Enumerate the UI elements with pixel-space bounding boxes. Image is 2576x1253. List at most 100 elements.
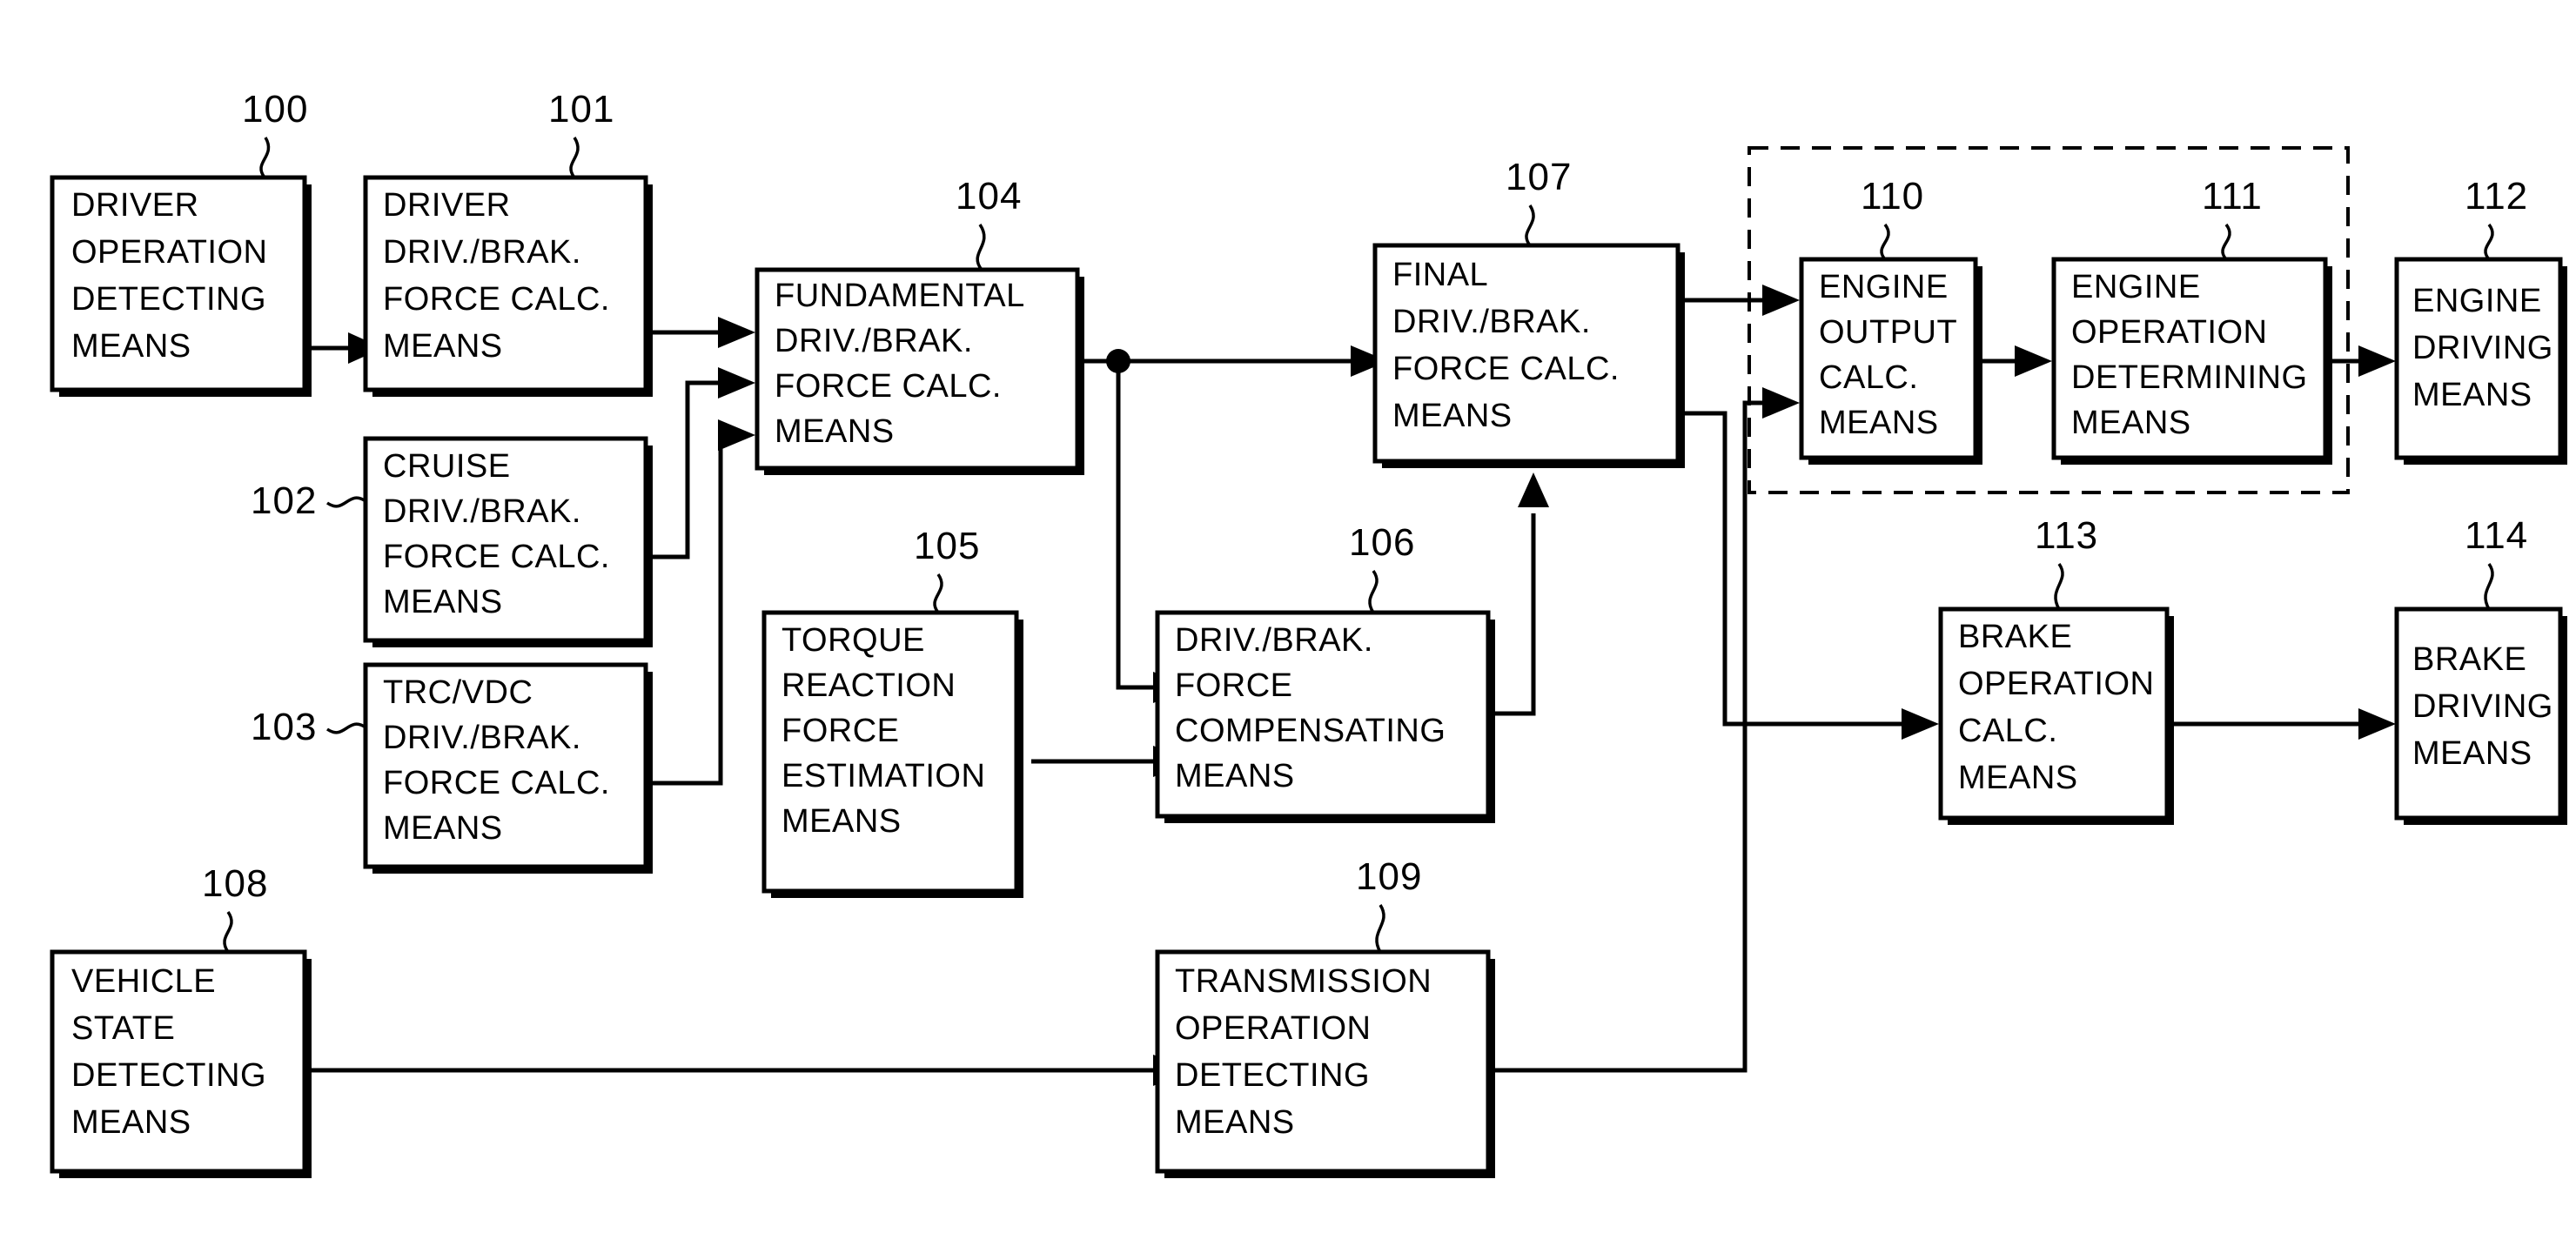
junction-dot-104-output (1106, 349, 1130, 373)
block-102-line-1: DRIV./BRAK. (383, 493, 581, 530)
block-113[interactable]: BRAKE OPERATION CALC. MEANS (1938, 606, 2174, 825)
block-100-line-1: OPERATION (71, 234, 268, 271)
ref-label-103: 103 (251, 706, 367, 748)
arrowhead-114-in (2358, 708, 2396, 740)
arrowhead-104-in-low (718, 419, 755, 451)
block-111-line-0: ENGINE (2071, 269, 2201, 305)
wire-junction-to-106 (1116, 361, 1157, 690)
ref-label-100: 100 (242, 88, 308, 179)
block-104-line-0: FUNDAMENTAL (775, 278, 1025, 314)
block-113-line-3: MEANS (1958, 760, 2078, 796)
block-101-line-1: DRIV./BRAK. (383, 234, 581, 271)
block-107[interactable]: FINAL DRIV./BRAK. FORCE CALC. MEANS (1372, 243, 1685, 468)
block-107-line-0: FINAL (1392, 257, 1488, 293)
block-106-line-2: COMPENSATING (1175, 713, 1446, 749)
block-111-line-3: MEANS (2071, 405, 2191, 441)
block-diagram-canvas: DRIVER OPERATION DETECTING MEANS 100 DRI… (50, 88, 2567, 1178)
block-105-line-2: FORCE (782, 713, 900, 749)
ref-number-102: 102 (251, 479, 317, 522)
ref-number-105: 105 (914, 525, 980, 567)
ref-number-109: 109 (1356, 855, 1422, 898)
ref-number-100: 100 (242, 88, 308, 131)
arrowhead-110-in-low (1762, 387, 1800, 419)
block-114-line-2: MEANS (2412, 735, 2532, 772)
block-114[interactable]: BRAKE DRIVING MEANS (2394, 606, 2567, 825)
block-110-line-1: OUTPUT (1819, 314, 1957, 351)
block-105[interactable]: TORQUE REACTION FORCE ESTIMATION MEANS (761, 610, 1023, 898)
arrowhead-104-in-mid (718, 367, 755, 399)
arrowhead-104-in-top (718, 317, 755, 348)
block-102[interactable]: CRUISE DRIV./BRAK. FORCE CALC. MEANS (363, 436, 653, 647)
block-108-line-2: DETECTING (71, 1057, 266, 1094)
ref-number-112: 112 (2465, 175, 2528, 218)
block-106[interactable]: DRIV./BRAK. FORCE COMPENSATING MEANS (1155, 610, 1495, 823)
block-107-line-2: FORCE CALC. (1392, 351, 1620, 387)
block-112-line-2: MEANS (2412, 377, 2532, 413)
block-103-line-1: DRIV./BRAK. (383, 720, 581, 756)
block-100-line-0: DRIVER (71, 187, 199, 224)
block-107-line-1: DRIV./BRAK. (1392, 304, 1591, 340)
ref-label-102: 102 (251, 479, 367, 522)
block-109-line-1: OPERATION (1175, 1010, 1372, 1047)
arrowhead-107-in-bottom (1518, 472, 1549, 507)
block-108[interactable]: VEHICLE STATE DETECTING MEANS (50, 949, 312, 1178)
block-111[interactable]: ENGINE OPERATION DETERMINING MEANS (2051, 257, 2332, 465)
block-110-line-2: CALC. (1819, 359, 1918, 396)
block-101-line-0: DRIVER (383, 187, 511, 224)
wire-102-to-104 (653, 380, 722, 559)
arrowhead-113-in (1902, 708, 1939, 740)
block-101-line-2: FORCE CALC. (383, 281, 610, 318)
ref-label-114: 114 (2465, 514, 2527, 610)
block-102-line-3: MEANS (383, 584, 503, 620)
block-104-line-2: FORCE CALC. (775, 368, 1002, 405)
ref-label-112: 112 (2465, 175, 2528, 261)
block-114-line-1: DRIVING (2412, 688, 2553, 725)
block-104-line-3: MEANS (775, 413, 895, 450)
block-105-line-3: ESTIMATION (782, 758, 985, 794)
block-110[interactable]: ENGINE OUTPUT CALC. MEANS (1799, 257, 1982, 465)
ref-label-101: 101 (548, 88, 614, 179)
block-109-line-0: TRANSMISSION (1175, 963, 1432, 1000)
block-103-line-0: TRC/VDC (383, 674, 533, 711)
block-105-line-0: TORQUE (782, 622, 925, 659)
block-110-line-0: ENGINE (1819, 269, 1949, 305)
ref-number-110: 110 (1861, 175, 1924, 218)
block-113-line-0: BRAKE (1958, 619, 2072, 655)
ref-label-104: 104 (956, 175, 1022, 271)
block-109[interactable]: TRANSMISSION OPERATION DETECTING MEANS (1155, 949, 1495, 1178)
block-100-line-3: MEANS (71, 328, 191, 365)
block-112-line-0: ENGINE (2412, 283, 2542, 319)
block-110-line-3: MEANS (1819, 405, 1939, 441)
patent-figure: DRIVER OPERATION DETECTING MEANS 100 DRI… (0, 0, 2576, 1253)
block-108-line-0: VEHICLE (71, 963, 216, 1000)
block-107-line-3: MEANS (1392, 398, 1513, 434)
block-108-line-1: STATE (71, 1010, 175, 1047)
ref-label-111: 111 (2202, 175, 2263, 261)
ref-label-110: 110 (1861, 175, 1924, 261)
block-113-line-2: CALC. (1958, 713, 2057, 749)
wire-103-to-104 (653, 432, 729, 786)
arrowhead-111-in (2015, 345, 2052, 377)
block-104[interactable]: FUNDAMENTAL DRIV./BRAK. FORCE CALC. MEAN… (755, 267, 1084, 475)
block-104-line-1: DRIV./BRAK. (775, 323, 973, 359)
ref-number-104: 104 (956, 175, 1022, 218)
block-100[interactable]: DRIVER OPERATION DETECTING MEANS (50, 175, 312, 397)
block-106-line-0: DRIV./BRAK. (1175, 622, 1373, 659)
block-103[interactable]: TRC/VDC DRIV./BRAK. FORCE CALC. MEANS (363, 662, 653, 874)
wire-106-to-107 (1493, 513, 1536, 716)
ref-number-107: 107 (1506, 156, 1572, 198)
block-108-line-3: MEANS (71, 1104, 191, 1141)
block-112[interactable]: ENGINE DRIVING MEANS (2394, 257, 2567, 465)
block-103-line-3: MEANS (383, 810, 503, 847)
block-101[interactable]: DRIVER DRIV./BRAK. FORCE CALC. MEANS (363, 175, 653, 397)
ref-label-107: 107 (1506, 156, 1572, 247)
ref-number-106: 106 (1349, 521, 1415, 564)
block-112-line-1: DRIVING (2412, 330, 2553, 366)
block-109-line-2: DETECTING (1175, 1057, 1370, 1094)
ref-label-108: 108 (202, 862, 267, 954)
block-111-line-1: OPERATION (2071, 314, 2268, 351)
block-106-line-3: MEANS (1175, 758, 1295, 794)
block-101-line-3: MEANS (383, 328, 503, 365)
ref-number-113: 113 (2035, 514, 2098, 557)
ref-number-111: 111 (2202, 175, 2263, 218)
